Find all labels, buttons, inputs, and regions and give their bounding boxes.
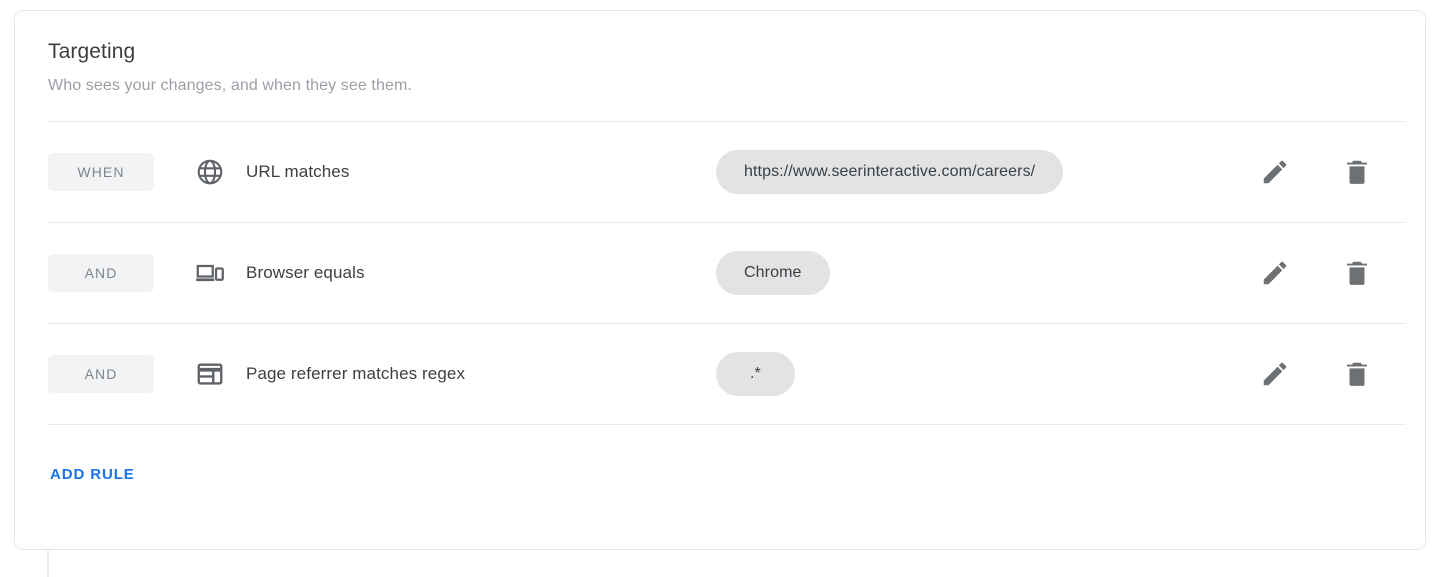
rule-row[interactable]: AND Browser equals Chrome — [48, 223, 1406, 323]
card-header: Targeting Who sees your changes, and whe… — [15, 11, 1425, 96]
page-subtitle: Who sees your changes, and when they see… — [48, 76, 1425, 96]
targeting-card: Targeting Who sees your changes, and whe… — [14, 10, 1426, 550]
globe-icon — [193, 155, 227, 189]
rule-label: Browser equals — [246, 263, 716, 283]
delete-icon[interactable] — [1340, 357, 1374, 391]
flow-connector-stub — [47, 550, 49, 577]
rule-label: URL matches — [246, 162, 716, 182]
rule-connector-badge: AND — [48, 254, 154, 292]
rule-connector-badge: WHEN — [48, 153, 154, 191]
rule-label: Page referrer matches regex — [246, 364, 716, 384]
rule-connector-badge: AND — [48, 355, 154, 393]
edit-icon[interactable] — [1258, 155, 1292, 189]
rule-actions — [1258, 256, 1374, 290]
rule-value-chip[interactable]: https://www.seerinteractive.com/careers/ — [716, 150, 1063, 194]
rule-actions — [1258, 155, 1374, 189]
rule-row[interactable]: AND Page referrer matches regex .* — [48, 324, 1406, 424]
add-rule-area: ADD RULE — [15, 425, 1425, 523]
rule-value-chip[interactable]: .* — [716, 352, 795, 396]
rule-value-area: .* — [716, 352, 1258, 396]
rule-row[interactable]: WHEN URL matches https://www.seerinterac… — [48, 122, 1406, 222]
rule-value-area: Chrome — [716, 251, 1258, 295]
edit-icon[interactable] — [1258, 357, 1292, 391]
delete-icon[interactable] — [1340, 155, 1374, 189]
targeting-page: Targeting Who sees your changes, and whe… — [0, 0, 1440, 577]
rule-actions — [1258, 357, 1374, 391]
edit-icon[interactable] — [1258, 256, 1292, 290]
devices-icon — [193, 256, 227, 290]
rule-value-area: https://www.seerinteractive.com/careers/ — [716, 150, 1258, 194]
rule-value-chip[interactable]: Chrome — [716, 251, 830, 295]
delete-icon[interactable] — [1340, 256, 1374, 290]
page-title: Targeting — [48, 39, 1425, 65]
web-asset-icon — [193, 357, 227, 391]
add-rule-button[interactable]: ADD RULE — [48, 460, 137, 489]
rules-list: WHEN URL matches https://www.seerinterac… — [15, 121, 1425, 425]
